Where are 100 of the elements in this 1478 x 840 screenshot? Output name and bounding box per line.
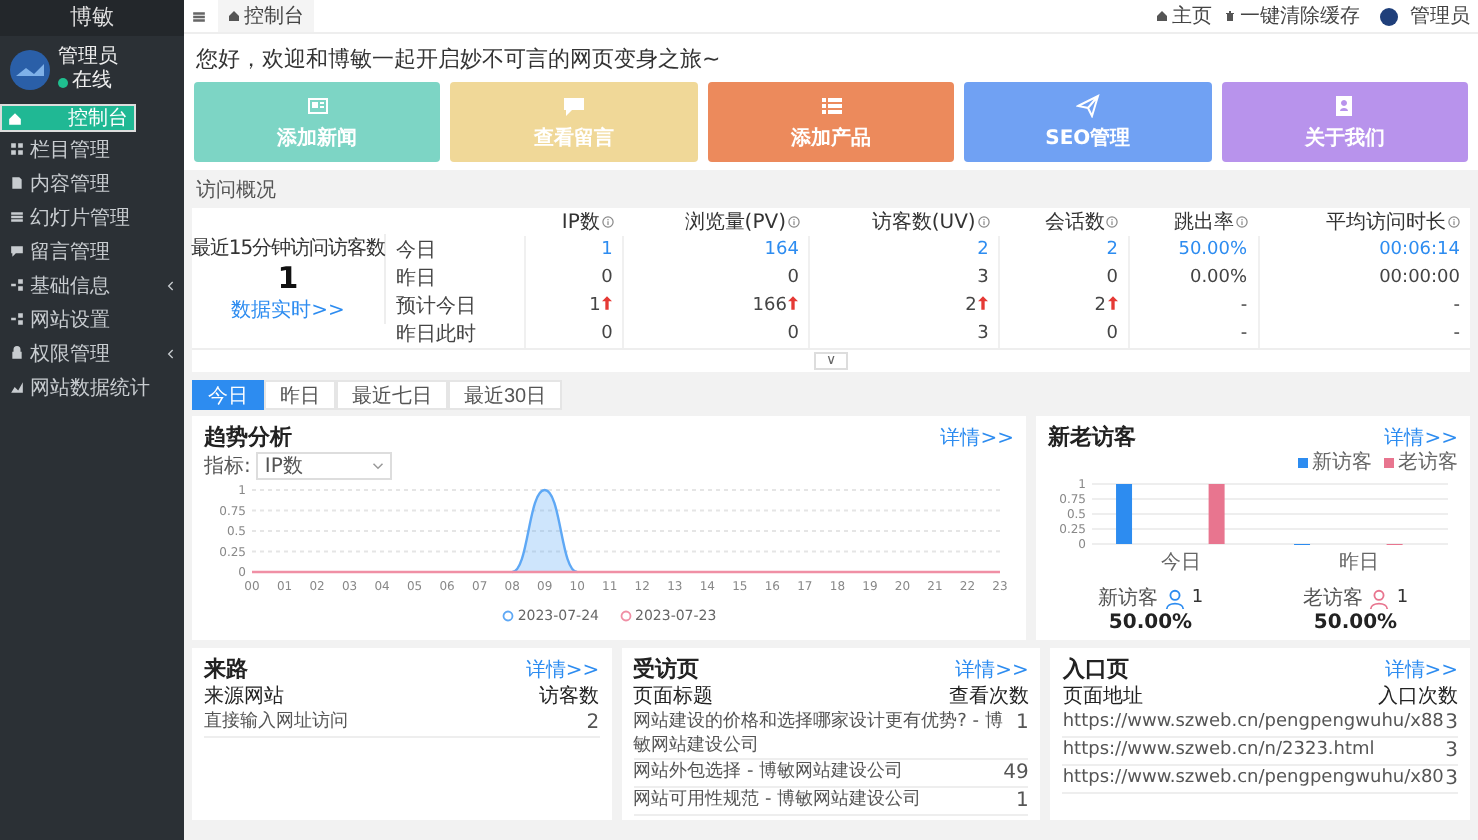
table-cell-text: 网站外包选择 - 博敏网站建设公司: [633, 760, 906, 786]
sidebar-item[interactable]: 栏目管理: [0, 132, 184, 166]
sidebar-item[interactable]: 网站设置: [0, 302, 184, 336]
table-cell: 0: [787, 324, 799, 344]
panel-title: 新老访客: [1048, 422, 1136, 452]
column-header: 页面标题: [633, 684, 714, 710]
table-cell: 2: [1106, 240, 1118, 260]
user-name: 管理员: [58, 46, 118, 69]
column-header: 平均访问时长: [1326, 212, 1446, 234]
table-cell: 00:06:14: [1379, 240, 1460, 260]
table-cell: 3: [977, 324, 989, 344]
info-icon: [977, 216, 990, 228]
user-status: 在线: [72, 70, 112, 94]
info-icon: [1448, 216, 1460, 228]
id-card-icon: [305, 93, 330, 117]
table-cell: 3: [1445, 710, 1459, 736]
table-cell: 50.00%: [1178, 240, 1248, 260]
info-icon: [1106, 216, 1119, 228]
table-cell: 0: [601, 268, 613, 288]
panel-title: 趋势分析: [204, 422, 292, 452]
column-header: 访客数: [539, 684, 600, 710]
greeting-text: 您好，欢迎和博敏一起开启妙不可言的网页变身之旅~: [184, 34, 1478, 82]
column-header: 页面地址: [1062, 684, 1143, 710]
menu-icon[interactable]: [192, 9, 206, 23]
realtime-label: 最近15分钟访问访客数: [190, 235, 386, 261]
info-icon: [601, 216, 614, 228]
table-cell: 164: [764, 240, 799, 260]
column-header: 浏览量(PV): [684, 212, 786, 234]
line-chart-icon: [10, 380, 24, 394]
realtime-link[interactable]: 数据实时>>: [231, 295, 345, 323]
visitor-type-label: 老访客: [1302, 585, 1363, 612]
row-label: 昨日: [396, 268, 436, 290]
column-header: 来源网站: [204, 684, 284, 710]
table-cell: 49: [1003, 760, 1029, 786]
sidebar-item[interactable]: 内容管理: [0, 166, 184, 200]
table-cell: 00:00:00: [1379, 268, 1460, 288]
table-cell: 3: [1445, 738, 1459, 764]
table-cell: 3: [1445, 766, 1459, 792]
table-cell: -: [1453, 324, 1460, 344]
user-menu[interactable]: 管理员: [1410, 2, 1470, 30]
home-icon: [1156, 10, 1168, 22]
panel-title: 来路: [204, 654, 248, 684]
table-cell: 2: [977, 240, 989, 260]
metric-label: 指标:: [204, 453, 251, 480]
contact-card-icon: [1332, 93, 1357, 117]
sidebar-item[interactable]: 权限管理: [0, 336, 184, 370]
share-icon: [10, 312, 24, 326]
sidebar-item[interactable]: 基础信息: [0, 268, 184, 302]
row-label: 今日: [396, 240, 436, 262]
table-cell: 166: [752, 296, 787, 316]
list-icon: [819, 93, 844, 117]
table-cell-text: 网站可用性规范 - 博敏网站建设公司: [633, 788, 924, 814]
panel-title: 受访页: [633, 654, 700, 684]
column-header: 会话数: [1044, 212, 1105, 234]
row-label: 昨日此时: [396, 324, 476, 346]
x-tick-label: 今日: [1161, 552, 1201, 574]
table-cell: 1: [1015, 788, 1029, 814]
grid-icon: [10, 142, 24, 156]
document-icon: [10, 176, 24, 190]
column-header: 跳出率: [1174, 212, 1235, 234]
avatar-icon: [10, 50, 50, 90]
visitor-share: 50.00%: [1108, 612, 1193, 634]
table-cell: 1: [601, 240, 613, 260]
table-cell: 0.00%: [1189, 268, 1248, 288]
column-header: 访客数(UV): [871, 212, 976, 234]
table-cell: 0: [601, 324, 613, 344]
metric-select[interactable]: IP数: [256, 452, 393, 480]
sidebar-item[interactable]: 网站数据统计: [0, 370, 184, 404]
home-icon: [228, 10, 240, 22]
realtime-count: 1: [277, 261, 299, 295]
date-tab[interactable]: 最近30日: [448, 380, 563, 410]
table-cell: https://www.szweb.cn/pengpengwuhu/x88: [1062, 710, 1438, 736]
column-header: 查看次数: [948, 684, 1029, 710]
legend-label: 老访客: [1398, 449, 1458, 476]
table-cell: 2: [586, 710, 600, 736]
sidebar-item[interactable]: 幻灯片管理: [0, 200, 184, 234]
table-cell: 3: [977, 268, 989, 288]
column-header: 入口次数: [1378, 684, 1459, 710]
info-icon: [787, 216, 800, 228]
table-cell: 0: [787, 268, 799, 288]
visitor-count: 1: [1191, 588, 1204, 608]
date-tab[interactable]: 最近七日: [336, 380, 448, 410]
avatar-icon: [1380, 7, 1398, 25]
header-link[interactable]: 一键清除缓存: [1224, 2, 1360, 30]
page-tab[interactable]: 控制台: [218, 0, 314, 32]
row-label: 预计今日: [396, 296, 476, 318]
section-title: 访问概况: [194, 177, 278, 206]
sidebar-item[interactable]: 留言管理: [0, 234, 184, 268]
visitor-share: 50.00%: [1313, 612, 1398, 634]
sidebar-title: 博敏: [0, 0, 184, 36]
column-header: IP数: [561, 212, 600, 234]
date-tab[interactable]: 昨日: [264, 380, 336, 410]
legend-label: 新访客: [1312, 449, 1372, 476]
header-link[interactable]: 主页: [1156, 2, 1212, 30]
x-tick-label: 昨日: [1339, 552, 1379, 574]
share-icon: [10, 278, 24, 292]
trash-icon: [1224, 10, 1236, 22]
lock-icon: [10, 346, 24, 360]
paper-plane-icon: [1075, 93, 1100, 117]
table-cell-text: 网站建设的价格和选择哪家设计更有优势? - 博敏网站建设公司: [633, 710, 1005, 758]
